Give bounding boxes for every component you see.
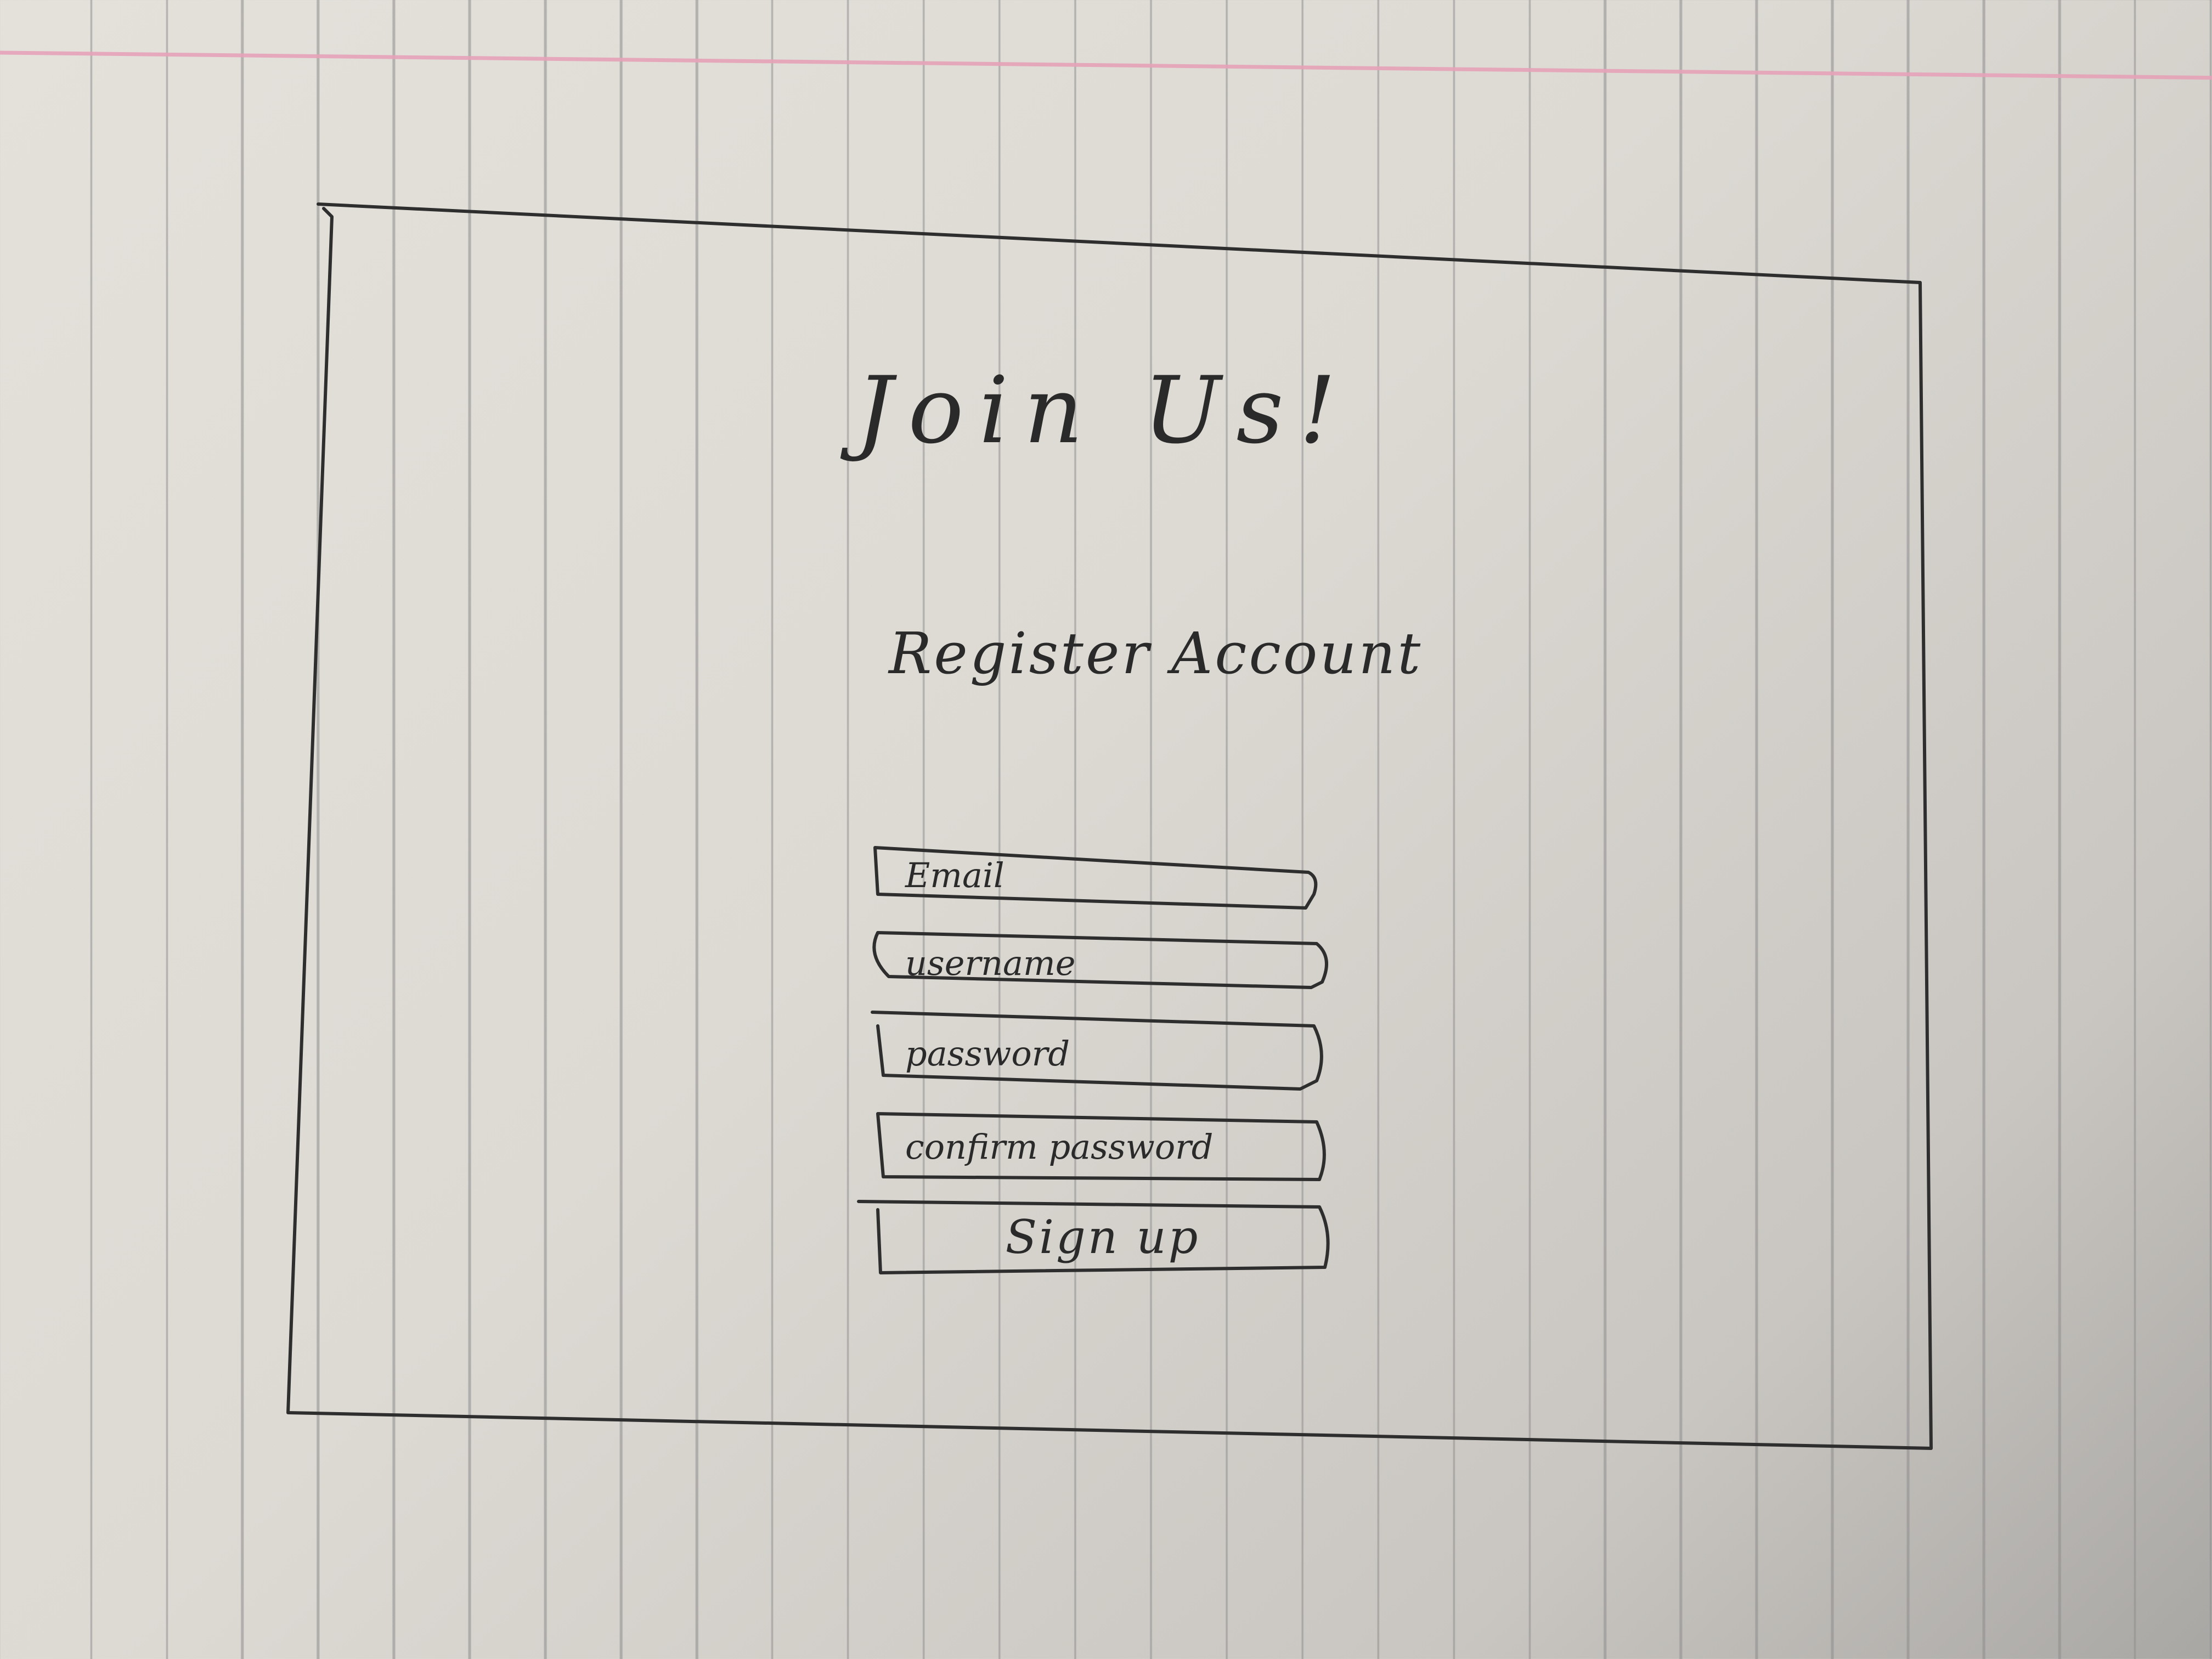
signup-button-label: Sign up (1005, 1210, 1200, 1264)
page-title: Join Us! (856, 357, 1352, 464)
username-placeholder: username (905, 943, 1076, 983)
page-subtitle: Register Account (889, 620, 1423, 687)
password-placeholder: password (905, 1033, 1070, 1074)
confirm-password-placeholder: confirm password (905, 1126, 1214, 1167)
email-placeholder: Email (905, 855, 1005, 895)
wireframe-sketch (0, 0, 2212, 1659)
confirm-password-field[interactable]: confirm password (878, 1114, 1328, 1180)
username-field[interactable]: username (878, 933, 1328, 993)
wireframe-ink (286, 202, 1933, 1450)
password-field[interactable]: password (878, 1020, 1328, 1086)
email-field[interactable]: Email (878, 845, 1317, 905)
signup-button[interactable]: Sign up (878, 1204, 1328, 1270)
